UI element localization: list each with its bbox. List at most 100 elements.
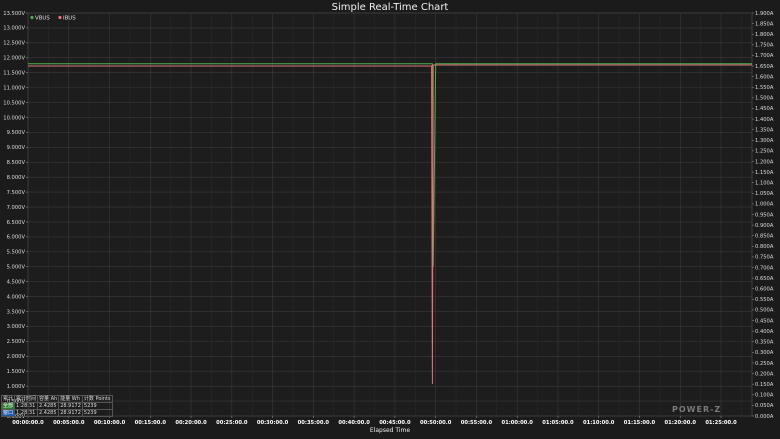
x-tick-label: 01:05:00.0: [542, 420, 574, 426]
y-right-tick-label: 1.900A: [755, 11, 774, 17]
y-left-tick-label: 8.000V: [7, 175, 26, 181]
y-left-tick-label: 7.500V: [7, 190, 26, 196]
y-left-tick-label: 10.000V: [3, 115, 25, 121]
y-right-tick-label: 0.300A: [755, 350, 774, 356]
x-tick-label: 01:15:00.0: [624, 420, 656, 426]
y-left-tick-label: 6.500V: [7, 220, 26, 226]
y-right-tick-label: 1.150A: [755, 170, 774, 176]
chart-title: Simple Real-Time Chart: [332, 2, 449, 13]
stats-cell: 28.9172: [58, 409, 83, 417]
y-left-tick-label: 8.500V: [7, 160, 26, 166]
y-right-tick-label: 0.500A: [755, 308, 774, 314]
y-right-tick-label: 0.950A: [755, 212, 774, 218]
y-right-tick-label: 0.750A: [755, 255, 774, 261]
y-right-tick-label: 1.550A: [755, 85, 774, 91]
y-right-tick-label: 0.000A: [755, 414, 774, 420]
x-tick-label: 01:20:00.0: [665, 420, 697, 426]
y-right-tick-label: 0.400A: [755, 329, 774, 335]
y-left-tick-label: 10.500V: [3, 100, 25, 106]
y-left-tick-label: 9.000V: [7, 145, 26, 151]
x-tick-label: 00:25:00.0: [216, 420, 248, 426]
stats-cell: 5239: [81, 409, 113, 417]
y-right-tick-label: 0.650A: [755, 276, 774, 282]
y-left-tick-label: 6.000V: [7, 235, 26, 241]
y-left-tick-label: 13.000V: [3, 26, 25, 32]
y-right-tick-label: 0.250A: [755, 361, 774, 367]
y-right-tick-label: 1.600A: [755, 74, 774, 80]
y-left-tick-label: 9.500V: [7, 130, 26, 136]
y-left-tick-label: 3.000V: [7, 324, 26, 330]
y-axis-left: 0.000V0.500V1.000V1.500V2.000V2.500V3.00…: [3, 11, 28, 420]
y-left-tick-label: 1.500V: [7, 369, 26, 375]
brand-logo: POWER-Z: [672, 405, 722, 414]
x-tick-label: 00:20:00.0: [175, 420, 207, 426]
stats-cell: 5239: [81, 402, 113, 410]
plot-area: [27, 12, 753, 417]
y-right-tick-label: 1.100A: [755, 180, 774, 186]
stats-row-window: 窗口 1:28:31 2.4285 28.9172 5239: [0, 409, 113, 417]
y-right-tick-label: 1.250A: [755, 149, 774, 155]
y-right-tick-label: 0.600A: [755, 287, 774, 293]
y-axis-right: 0.000A 0.050A 0.100A 0.150A 0.200A 0.250A 0.30…: [752, 11, 774, 420]
stats-header-row: 累计 累计时间 容量 Ah 能量 Wh 计数 Points: [0, 395, 113, 403]
y-right-tick-label: 0.450A: [755, 318, 774, 324]
y-right-tick-label: 1.000A: [755, 202, 774, 208]
stats-row-label: 全部: [0, 402, 16, 410]
x-tick-label: 00:30:00.0: [257, 420, 289, 426]
y-right-tick-label: 0.700A: [755, 265, 774, 271]
stats-cell: 2.4285: [37, 409, 60, 417]
stats-header-cell: 容量 Ah: [37, 395, 60, 403]
x-tick-label: 00:35:00.0: [298, 420, 330, 426]
y-left-tick-label: 11.500V: [3, 71, 25, 77]
y-left-tick-label: 7.000V: [7, 205, 26, 211]
x-axis-label: Elapsed Time: [370, 427, 410, 434]
x-tick-label: 01:10:00.0: [583, 420, 615, 426]
y-right-tick-label: 1.300A: [755, 138, 774, 144]
stats-cell: 28.9172: [58, 402, 83, 410]
stats-row-all: 全部 1:28:31 2.4285 28.9172 5239: [0, 402, 113, 410]
x-tick-label: 00:10:00.0: [94, 420, 126, 426]
legend-label-ibus: IBUS: [63, 15, 76, 21]
y-right-tick-label: 0.550A: [755, 297, 774, 303]
y-right-tick-label: 0.100A: [755, 393, 774, 399]
y-right-tick-label: 0.800A: [755, 244, 774, 250]
x-tick-label: 01:25:00.0: [705, 420, 737, 426]
y-right-tick-label: 0.150A: [755, 382, 774, 388]
y-left-tick-label: 4.000V: [7, 294, 26, 300]
x-tick-label: 00:45:00.0: [379, 420, 411, 426]
y-right-tick-label: 1.700A: [755, 53, 774, 59]
y-right-tick-label: 1.800A: [755, 32, 774, 38]
y-right-tick-label: 0.350A: [755, 340, 774, 346]
y-right-tick-label: 1.750A: [755, 43, 774, 49]
stats-header-cell: 能量 Wh: [58, 395, 83, 403]
stats-cell: 1:28:31: [14, 402, 39, 410]
stats-header-cell: 累计: [0, 395, 16, 403]
y-left-tick-label: 5.500V: [7, 250, 26, 256]
y-left-tick-label: 12.500V: [3, 41, 25, 47]
stats-row-label: 窗口: [0, 409, 16, 417]
y-right-tick-label: 0.050A: [755, 403, 774, 409]
y-left-tick-label: 5.000V: [7, 265, 26, 271]
y-right-tick-label: 0.200A: [755, 371, 774, 377]
x-tick-label: 00:40:00.0: [338, 420, 370, 426]
legend-marker-ibus: [58, 15, 62, 20]
y-right-tick-label: 1.200A: [755, 159, 774, 165]
y-right-tick-label: 1.400A: [755, 117, 774, 123]
x-axis: 00:00:00.0 00:05:00.0 00:10:00.0 00:15:00.0…: [12, 416, 737, 426]
x-tick-label: 01:00:00.0: [501, 420, 533, 426]
chart: Simple Real-Time Chart 0.000V0.500V1.000…: [3, 2, 774, 434]
legend-label-vbus: VBUS: [35, 15, 50, 21]
y-right-tick-label: 1.850A: [755, 21, 774, 27]
y-right-tick-label: 1.050A: [755, 191, 774, 197]
stats-header-cell: 累计时间: [14, 395, 39, 403]
stats-cell: 1:28:31: [14, 409, 39, 417]
y-left-tick-label: 13.500V: [3, 11, 25, 17]
y-left-tick-label: 3.500V: [7, 309, 26, 315]
x-tick-label: 00:05:00.0: [53, 420, 85, 426]
y-right-tick-label: 1.500A: [755, 96, 774, 102]
stats-table: 累计 累计时间 容量 Ah 能量 Wh 计数 Points 全部 1:28:31…: [0, 395, 113, 417]
x-tick-label: 00:50:00.0: [420, 420, 452, 426]
y-left-tick-label: 4.500V: [7, 279, 26, 285]
y-right-tick-label: 1.350A: [755, 127, 774, 133]
y-left-tick-label: 12.000V: [3, 56, 25, 62]
